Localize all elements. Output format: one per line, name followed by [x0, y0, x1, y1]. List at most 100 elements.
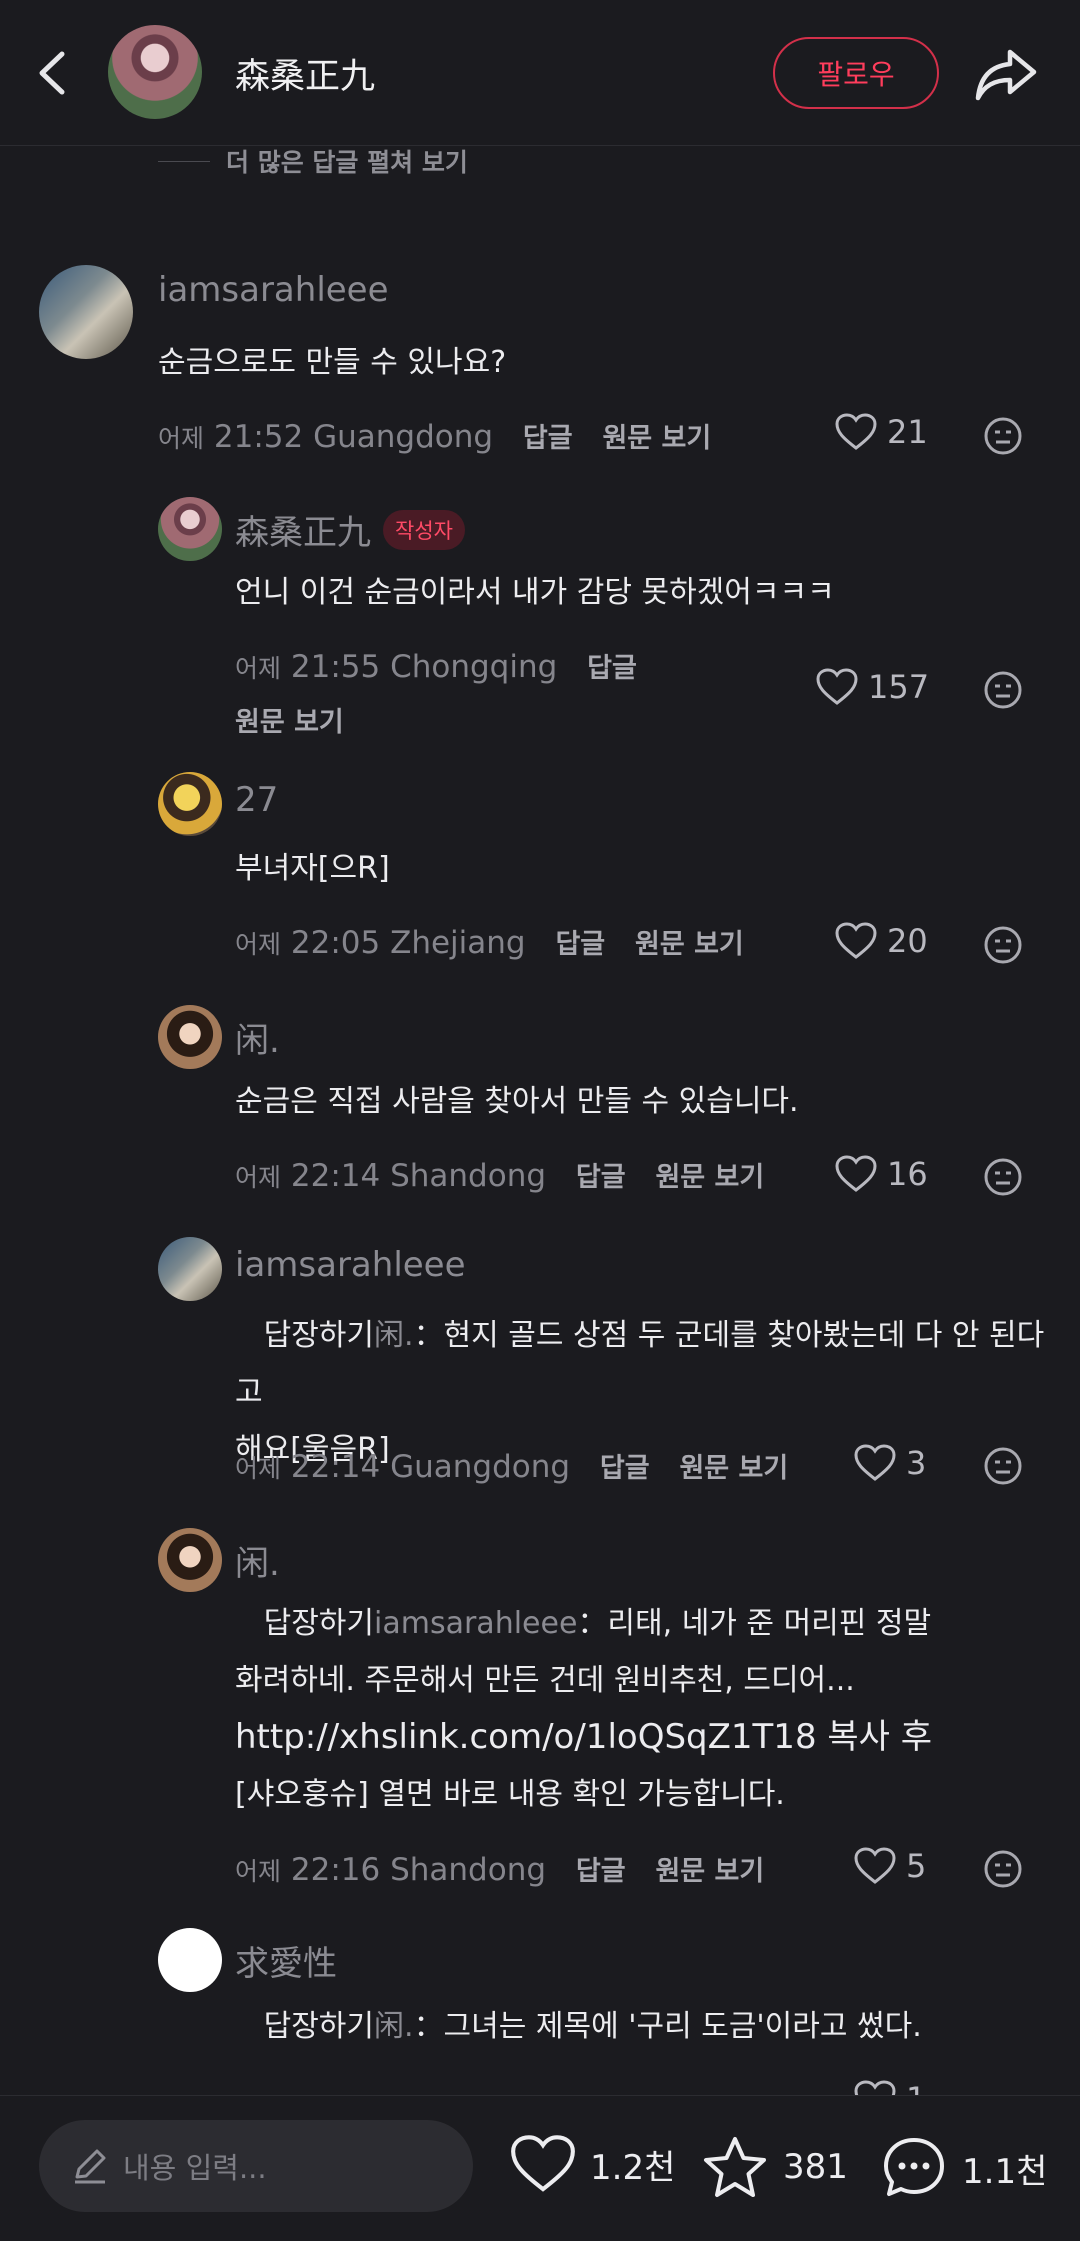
chat-bubble-icon	[884, 2138, 944, 2196]
like-count: 20	[887, 922, 928, 960]
like-post-button[interactable]: 1.2천	[510, 2134, 675, 2194]
like-button[interactable]: 157	[816, 668, 929, 706]
comment-time: 22:16	[290, 1852, 381, 1888]
like-count: 3	[906, 1444, 927, 1482]
comment-region: Guangdong	[313, 419, 494, 455]
comment-username[interactable]: 27	[235, 780, 278, 820]
reply-prefix: 답장하기	[263, 1606, 375, 1641]
author-avatar[interactable]	[108, 25, 202, 119]
reply-target[interactable]: 闲.	[374, 2009, 414, 2044]
like-button[interactable]: 21	[835, 413, 928, 451]
comment-input-placeholder: 내용 입력...	[123, 2151, 267, 2185]
post-favorite-count: 381	[783, 2147, 848, 2187]
author-badge: 작성자	[383, 510, 465, 550]
follow-button[interactable]: 팔로우	[773, 37, 939, 109]
avatar[interactable]	[39, 265, 133, 359]
comment-meta: 어제 22:16 Shandong 답글 원문 보기	[235, 1849, 764, 1888]
comment-meta: 어제 22:14 Shandong 답글 원문 보기	[235, 1155, 764, 1194]
view-original-button[interactable]: 원문 보기	[635, 929, 744, 960]
comment-text: 순금으로도 만들 수 있나요?	[158, 345, 507, 380]
view-original-button[interactable]: 원문 보기	[655, 1856, 764, 1887]
comment-username[interactable]: 森桑正九 작성자	[235, 505, 465, 554]
comment-region: Chongqing	[390, 649, 558, 685]
reply-button[interactable]: 답글	[600, 1453, 650, 1484]
view-original-button[interactable]: 원문 보기	[602, 423, 711, 454]
avatar[interactable]	[158, 497, 222, 561]
comment-text: 순금은 직접 사람을 찾아서 만들 수 있습니다.	[235, 1084, 799, 1119]
view-original-button[interactable]: 원문 보기	[655, 1162, 764, 1193]
like-button[interactable]: 20	[835, 922, 928, 960]
dislike-icon[interactable]	[983, 670, 1023, 710]
dislike-icon[interactable]	[983, 1446, 1023, 1486]
heart-icon	[835, 1155, 877, 1192]
reply-button[interactable]: 답글	[523, 423, 573, 454]
dislike-icon[interactable]	[983, 1849, 1023, 1889]
comment-username[interactable]: 闲.	[235, 1013, 280, 1062]
comment-date: 어제	[235, 1454, 282, 1483]
comment-meta: 어제 22:05 Zhejiang 답글 원문 보기	[235, 922, 744, 961]
favorite-post-button[interactable]: 381	[701, 2134, 848, 2200]
post-comment-count: 1.1천	[962, 2151, 1048, 2192]
reply-button[interactable]: 답글	[587, 653, 637, 684]
divider	[158, 160, 210, 162]
comment-date: 어제	[235, 1857, 282, 1886]
comment-meta-line2: 원문 보기	[235, 700, 344, 739]
like-button[interactable]: 3	[854, 1444, 926, 1482]
author-name[interactable]: 森桑正九	[235, 48, 375, 99]
like-count: 16	[887, 1155, 928, 1193]
comment-time: 21:52	[213, 419, 304, 455]
comment-time: 21:55	[290, 649, 381, 685]
dislike-icon[interactable]	[983, 1157, 1023, 1197]
comment-username[interactable]: 闲.	[235, 1536, 280, 1585]
heart-icon	[511, 2135, 575, 2192]
comment-time: 22:14	[290, 1158, 381, 1194]
comment-text-line: [샤오훙슈] 열면 바로 내용 확인 가능합니다.	[235, 1777, 785, 1812]
comment-username[interactable]: iamsarahleee	[235, 1245, 466, 1285]
comment-time: 22:14	[290, 1449, 381, 1485]
reply-target[interactable]: 闲.	[374, 1318, 414, 1353]
dislike-icon[interactable]	[983, 925, 1023, 965]
comment-text: 부녀자[으R]	[235, 851, 390, 886]
like-button[interactable]: 5	[854, 1847, 926, 1885]
avatar[interactable]	[158, 1237, 222, 1301]
reply-button[interactable]: 답글	[555, 929, 605, 960]
comment-date: 어제	[235, 1163, 282, 1192]
comment-text: 답장하기iamsarahleee：리태, 네가 준 머리핀 정말 화려하네. 주…	[235, 1595, 1045, 1823]
avatar[interactable]	[158, 1528, 222, 1592]
top-bar: 森桑正九 팔로우	[0, 0, 1080, 146]
reply-target[interactable]: iamsarahleee	[374, 1606, 577, 1641]
view-original-button[interactable]: 원문 보기	[235, 707, 344, 738]
reply-button[interactable]: 답글	[576, 1162, 626, 1193]
comment-meta: 어제 21:55 Chongqing 답글	[235, 646, 637, 685]
comment-region: Guangdong	[390, 1449, 571, 1485]
comment-date: 어제	[235, 930, 282, 959]
view-original-button[interactable]: 원문 보기	[679, 1453, 788, 1484]
comment-date: 어제	[235, 654, 282, 683]
comment-username[interactable]: 求愛性	[235, 1936, 337, 1985]
avatar[interactable]	[158, 1928, 222, 1992]
reply-prefix: 답장하기	[263, 1318, 375, 1353]
heart-icon	[835, 922, 877, 959]
comment-region: Zhejiang	[390, 925, 526, 961]
comment-meta: 어제 22:14 Guangdong 답글 원문 보기	[235, 1446, 788, 1485]
comment-date: 어제	[158, 424, 205, 453]
comment-username[interactable]: iamsarahleee	[158, 270, 389, 310]
comment-post-button[interactable]: 1.1천	[880, 2134, 1047, 2202]
expand-more-replies-label: 더 많은 답글 펼쳐 보기	[226, 148, 468, 177]
comment-input[interactable]: 내용 입력...	[39, 2120, 473, 2212]
star-icon	[704, 2137, 766, 2197]
reply-button[interactable]: 답글	[576, 1856, 626, 1887]
bottom-action-bar: 내용 입력... 1.2천 381 1.1천	[0, 2095, 1080, 2241]
dislike-icon[interactable]	[983, 416, 1023, 456]
heart-icon	[835, 413, 877, 450]
avatar[interactable]	[158, 1005, 222, 1069]
comment-link[interactable]: http://xhslink.com/o/1loQSqZ1T18 복사 후	[235, 1709, 1045, 1766]
like-button[interactable]: 16	[835, 1155, 928, 1193]
comment-text: 언니 이건 순금이라서 내가 감당 못하겠어ㅋㅋㅋ	[235, 575, 835, 610]
share-icon[interactable]	[970, 38, 1042, 108]
back-arrow-icon[interactable]	[30, 38, 80, 108]
avatar[interactable]	[158, 772, 222, 836]
like-count: 21	[887, 413, 928, 451]
comment-time: 22:05	[290, 925, 381, 961]
expand-more-replies[interactable]: 더 많은 답글 펼쳐 보기	[158, 145, 468, 177]
